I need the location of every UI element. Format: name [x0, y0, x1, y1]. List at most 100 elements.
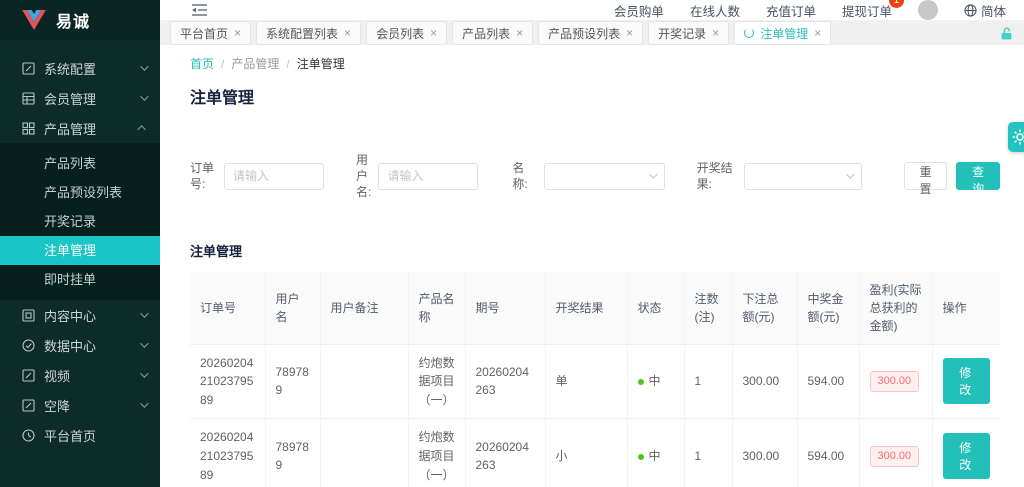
breadcrumb-separator: /	[286, 57, 289, 71]
brand-logo[interactable]: 易诚	[0, 0, 160, 40]
main-area: 会员购单 在线人数 充值订单 提现订单 1 简体 平台首页 × 系统配置列表 × 会…	[160, 0, 1024, 487]
close-icon[interactable]: ×	[814, 26, 821, 40]
sidebar-item-bet-management[interactable]: 注单管理	[0, 236, 160, 265]
status-dot-win	[638, 379, 644, 385]
nav-online-users[interactable]: 在线人数	[690, 1, 740, 20]
cell-product: 约炮数据项目（一）	[408, 344, 465, 419]
vue-logo-icon	[22, 10, 46, 30]
sidebar-item-label: 系统配置	[44, 59, 140, 78]
breadcrumb-section[interactable]: 产品管理	[231, 55, 279, 72]
edit-button[interactable]: 修 改	[943, 433, 991, 479]
tab-product-preset-list[interactable]: 产品预设列表 ×	[538, 21, 643, 45]
col-bets: 注数(注)	[684, 272, 732, 345]
close-icon[interactable]: ×	[430, 26, 437, 40]
result-label: 开奖结果:	[697, 160, 737, 192]
sidebar-item-content-center[interactable]: 内容中心	[0, 300, 160, 330]
sidebar-collapse-icon[interactable]	[192, 3, 208, 17]
status-text: 中	[649, 449, 661, 463]
breadcrumb-home[interactable]: 首页	[190, 55, 214, 72]
avatar[interactable]	[918, 0, 938, 20]
sidebar-item-label: 内容中心	[44, 306, 140, 325]
sidebar-item-platform-home[interactable]: 平台首页	[0, 420, 160, 450]
edit-square-icon	[22, 62, 35, 75]
tab-label: 会员列表	[376, 25, 424, 42]
tab-system-config-list[interactable]: 系统配置列表 ×	[256, 21, 361, 45]
cell-order-no: 202602042102379589	[190, 419, 265, 487]
table-row: 202602042102379589 789789 约炮数据项目（一） 2026…	[190, 419, 1000, 487]
col-profit: 盈利(实际总获利的金额)	[859, 272, 932, 345]
tab-label: 产品列表	[462, 25, 510, 42]
col-product: 产品名称	[408, 272, 465, 345]
tab-label: 产品预设列表	[548, 25, 620, 42]
cell-username: 789789	[265, 419, 320, 487]
close-icon[interactable]: ×	[234, 26, 241, 40]
sidebar-item-airdrop[interactable]: 空降	[0, 390, 160, 420]
bets-table: 订单号 用户名 用户备注 产品名称 期号 开奖结果 状态 注数(注) 下注总额(…	[190, 272, 1000, 487]
col-period: 期号	[465, 272, 545, 345]
sidebar-item-video[interactable]: 视频	[0, 360, 160, 390]
top-header: 会员购单 在线人数 充值订单 提现订单 1 简体	[160, 0, 1024, 21]
language-switcher[interactable]: 简体	[964, 1, 1006, 20]
close-icon[interactable]: ×	[626, 26, 633, 40]
sidebar-item-label: 产品管理	[44, 119, 140, 138]
tab-platform-home[interactable]: 平台首页 ×	[170, 21, 251, 45]
table-header-row: 订单号 用户名 用户备注 产品名称 期号 开奖结果 状态 注数(注) 下注总额(…	[190, 272, 1000, 345]
circle-check-icon	[22, 339, 35, 352]
username-label: 用户名:	[356, 152, 371, 201]
edit-square-icon	[22, 399, 35, 412]
sidebar-item-system-config[interactable]: 系统配置	[0, 53, 160, 83]
grid-icon	[22, 122, 35, 135]
sidebar-item-realtime-bets[interactable]: 即时挂单	[0, 265, 160, 294]
nav-member-orders[interactable]: 会员购单	[614, 1, 664, 20]
chevron-down-icon	[140, 399, 148, 407]
tab-label: 开奖记录	[658, 25, 706, 42]
sidebar-item-product-preset-list[interactable]: 产品预设列表	[0, 178, 160, 207]
name-select[interactable]	[544, 163, 664, 190]
tab-product-list[interactable]: 产品列表 ×	[452, 21, 533, 45]
cell-win-amount: 594.00	[797, 344, 859, 419]
edit-button[interactable]: 修 改	[943, 358, 991, 404]
nav-withdraw-orders[interactable]: 提现订单 1	[842, 1, 892, 20]
settings-panel-toggle[interactable]	[1008, 122, 1024, 152]
result-select[interactable]	[744, 163, 862, 190]
col-username: 用户名	[265, 272, 320, 345]
cell-username: 789789	[265, 344, 320, 419]
unlock-icon[interactable]	[999, 26, 1014, 41]
sidebar-item-label: 视频	[44, 366, 140, 385]
close-icon[interactable]: ×	[712, 26, 719, 40]
order-no-input[interactable]	[224, 163, 324, 190]
sidebar-item-lottery-records[interactable]: 开奖记录	[0, 207, 160, 236]
cell-total: 300.00	[732, 419, 797, 487]
cell-period: 20260204263	[465, 344, 545, 419]
cell-result: 单	[545, 344, 627, 419]
sidebar-item-member-management[interactable]: 会员管理	[0, 83, 160, 113]
chevron-down-icon	[140, 92, 148, 100]
tab-lottery-records[interactable]: 开奖记录 ×	[648, 21, 729, 45]
sidebar-item-data-center[interactable]: 数据中心	[0, 330, 160, 360]
tab-bet-management[interactable]: 注单管理×	[734, 21, 831, 45]
order-no-label: 订单号:	[190, 160, 217, 192]
close-icon[interactable]: ×	[516, 26, 523, 40]
edit-square-icon	[22, 369, 35, 382]
app-window: 易诚 系统配置 会员管理 产品管理 产品列表 产品预设列表 开奖记录	[0, 0, 1024, 487]
status-text: 中	[649, 374, 661, 388]
close-icon[interactable]: ×	[344, 26, 351, 40]
product-submenu: 产品列表 产品预设列表 开奖记录 注单管理 即时挂单	[0, 143, 160, 300]
sidebar-menu: 系统配置 会员管理 产品管理 产品列表 产品预设列表 开奖记录 注单管理 即时挂…	[0, 40, 160, 450]
cell-status: 中	[627, 419, 684, 487]
sidebar-item-label: 数据中心	[44, 336, 140, 355]
reset-button[interactable]: 重 置	[904, 162, 948, 190]
profit-badge: 300.00	[870, 446, 920, 467]
search-button[interactable]: 查 询	[956, 162, 1000, 190]
username-input[interactable]	[378, 163, 478, 190]
tab-label: 平台首页	[180, 25, 228, 42]
loading-spinner-icon	[744, 28, 754, 38]
nav-recharge-orders[interactable]: 充值订单	[766, 1, 816, 20]
chevron-down-icon	[140, 309, 148, 317]
tab-member-list[interactable]: 会员列表 ×	[366, 21, 447, 45]
sidebar-item-product-management[interactable]: 产品管理	[0, 113, 160, 143]
col-actions: 操作	[932, 272, 1000, 345]
tab-label: 系统配置列表	[266, 25, 338, 42]
sidebar-item-product-list[interactable]: 产品列表	[0, 149, 160, 178]
cell-actions: 修 改	[932, 419, 1000, 487]
